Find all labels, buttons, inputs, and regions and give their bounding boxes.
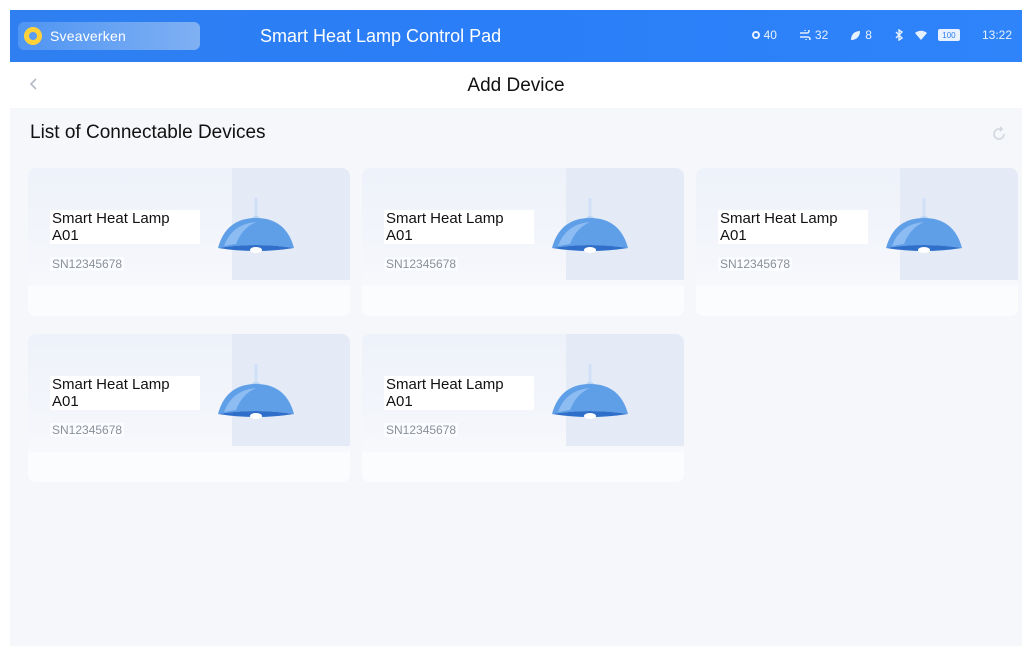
heat-lamp-icon <box>218 198 294 253</box>
app-title: Smart Heat Lamp Control Pad <box>260 26 502 46</box>
device-serial: SN12345678 <box>50 423 125 437</box>
device-name: Smart Heat Lamp A01 <box>384 210 534 244</box>
device-card[interactable]: Smart Heat Lamp A01 SN12345678 <box>28 334 350 482</box>
device-serial: SN12345678 <box>384 257 459 271</box>
dot-icon <box>751 31 760 39</box>
heat-lamp-icon <box>218 364 294 419</box>
page-title: Add Device <box>467 75 565 96</box>
card-footer <box>28 286 350 316</box>
status-indicators: 40 32 8 100 13:22 <box>751 28 1012 42</box>
app-frame: Sveaverken Smart Heat Lamp Control Pad 4… <box>10 10 1022 646</box>
device-name: Smart Heat Lamp A01 <box>384 376 534 410</box>
wifi-icon <box>914 30 927 40</box>
system-icons: 100 <box>894 29 960 41</box>
leaf-icon <box>851 30 861 40</box>
brand-badge: Sveaverken <box>18 22 200 50</box>
battery-icon: 100 <box>937 29 960 41</box>
device-serial: SN12345678 <box>50 257 125 271</box>
refresh-button[interactable] <box>986 121 1012 147</box>
brand-logo-icon <box>24 27 42 45</box>
title-bar: Add Device <box>10 62 1022 108</box>
refresh-icon <box>993 126 1005 140</box>
stat-value-2: 32 <box>814 28 829 42</box>
device-name: Smart Heat Lamp A01 <box>50 376 200 410</box>
card-footer <box>28 452 350 482</box>
clock: 13:22 <box>981 28 1012 42</box>
brand-name: Sveaverken <box>50 28 126 44</box>
heat-lamp-icon <box>886 198 962 253</box>
stat-item-2: 32 <box>799 28 828 42</box>
card-footer <box>362 286 684 316</box>
device-name: Smart Heat Lamp A01 <box>50 210 200 244</box>
section-title: List of Connectable Devices <box>30 122 266 143</box>
device-name: Smart Heat Lamp A01 <box>718 210 868 244</box>
bluetooth-icon <box>895 29 904 41</box>
device-card[interactable]: Smart Heat Lamp A01 SN12345678 <box>696 168 1018 316</box>
heat-lamp-icon <box>552 198 628 253</box>
device-card[interactable]: Smart Heat Lamp A01 SN12345678 <box>362 168 684 316</box>
device-card[interactable]: Smart Heat Lamp A01 SN12345678 <box>28 168 350 316</box>
card-footer <box>696 286 1018 316</box>
stat-value-3: 8 <box>865 28 872 42</box>
status-bar: Sveaverken Smart Heat Lamp Control Pad 4… <box>10 10 1022 62</box>
device-serial: SN12345678 <box>718 257 793 271</box>
stat-item-3: 8 <box>850 28 872 42</box>
heat-lamp-icon <box>552 364 628 419</box>
wind-icon <box>799 30 811 40</box>
device-card[interactable]: Smart Heat Lamp A01 SN12345678 <box>362 334 684 482</box>
card-footer <box>362 452 684 482</box>
stat-value-1: 40 <box>763 28 777 42</box>
device-serial: SN12345678 <box>384 423 459 437</box>
stat-item-1: 40 <box>751 28 777 42</box>
